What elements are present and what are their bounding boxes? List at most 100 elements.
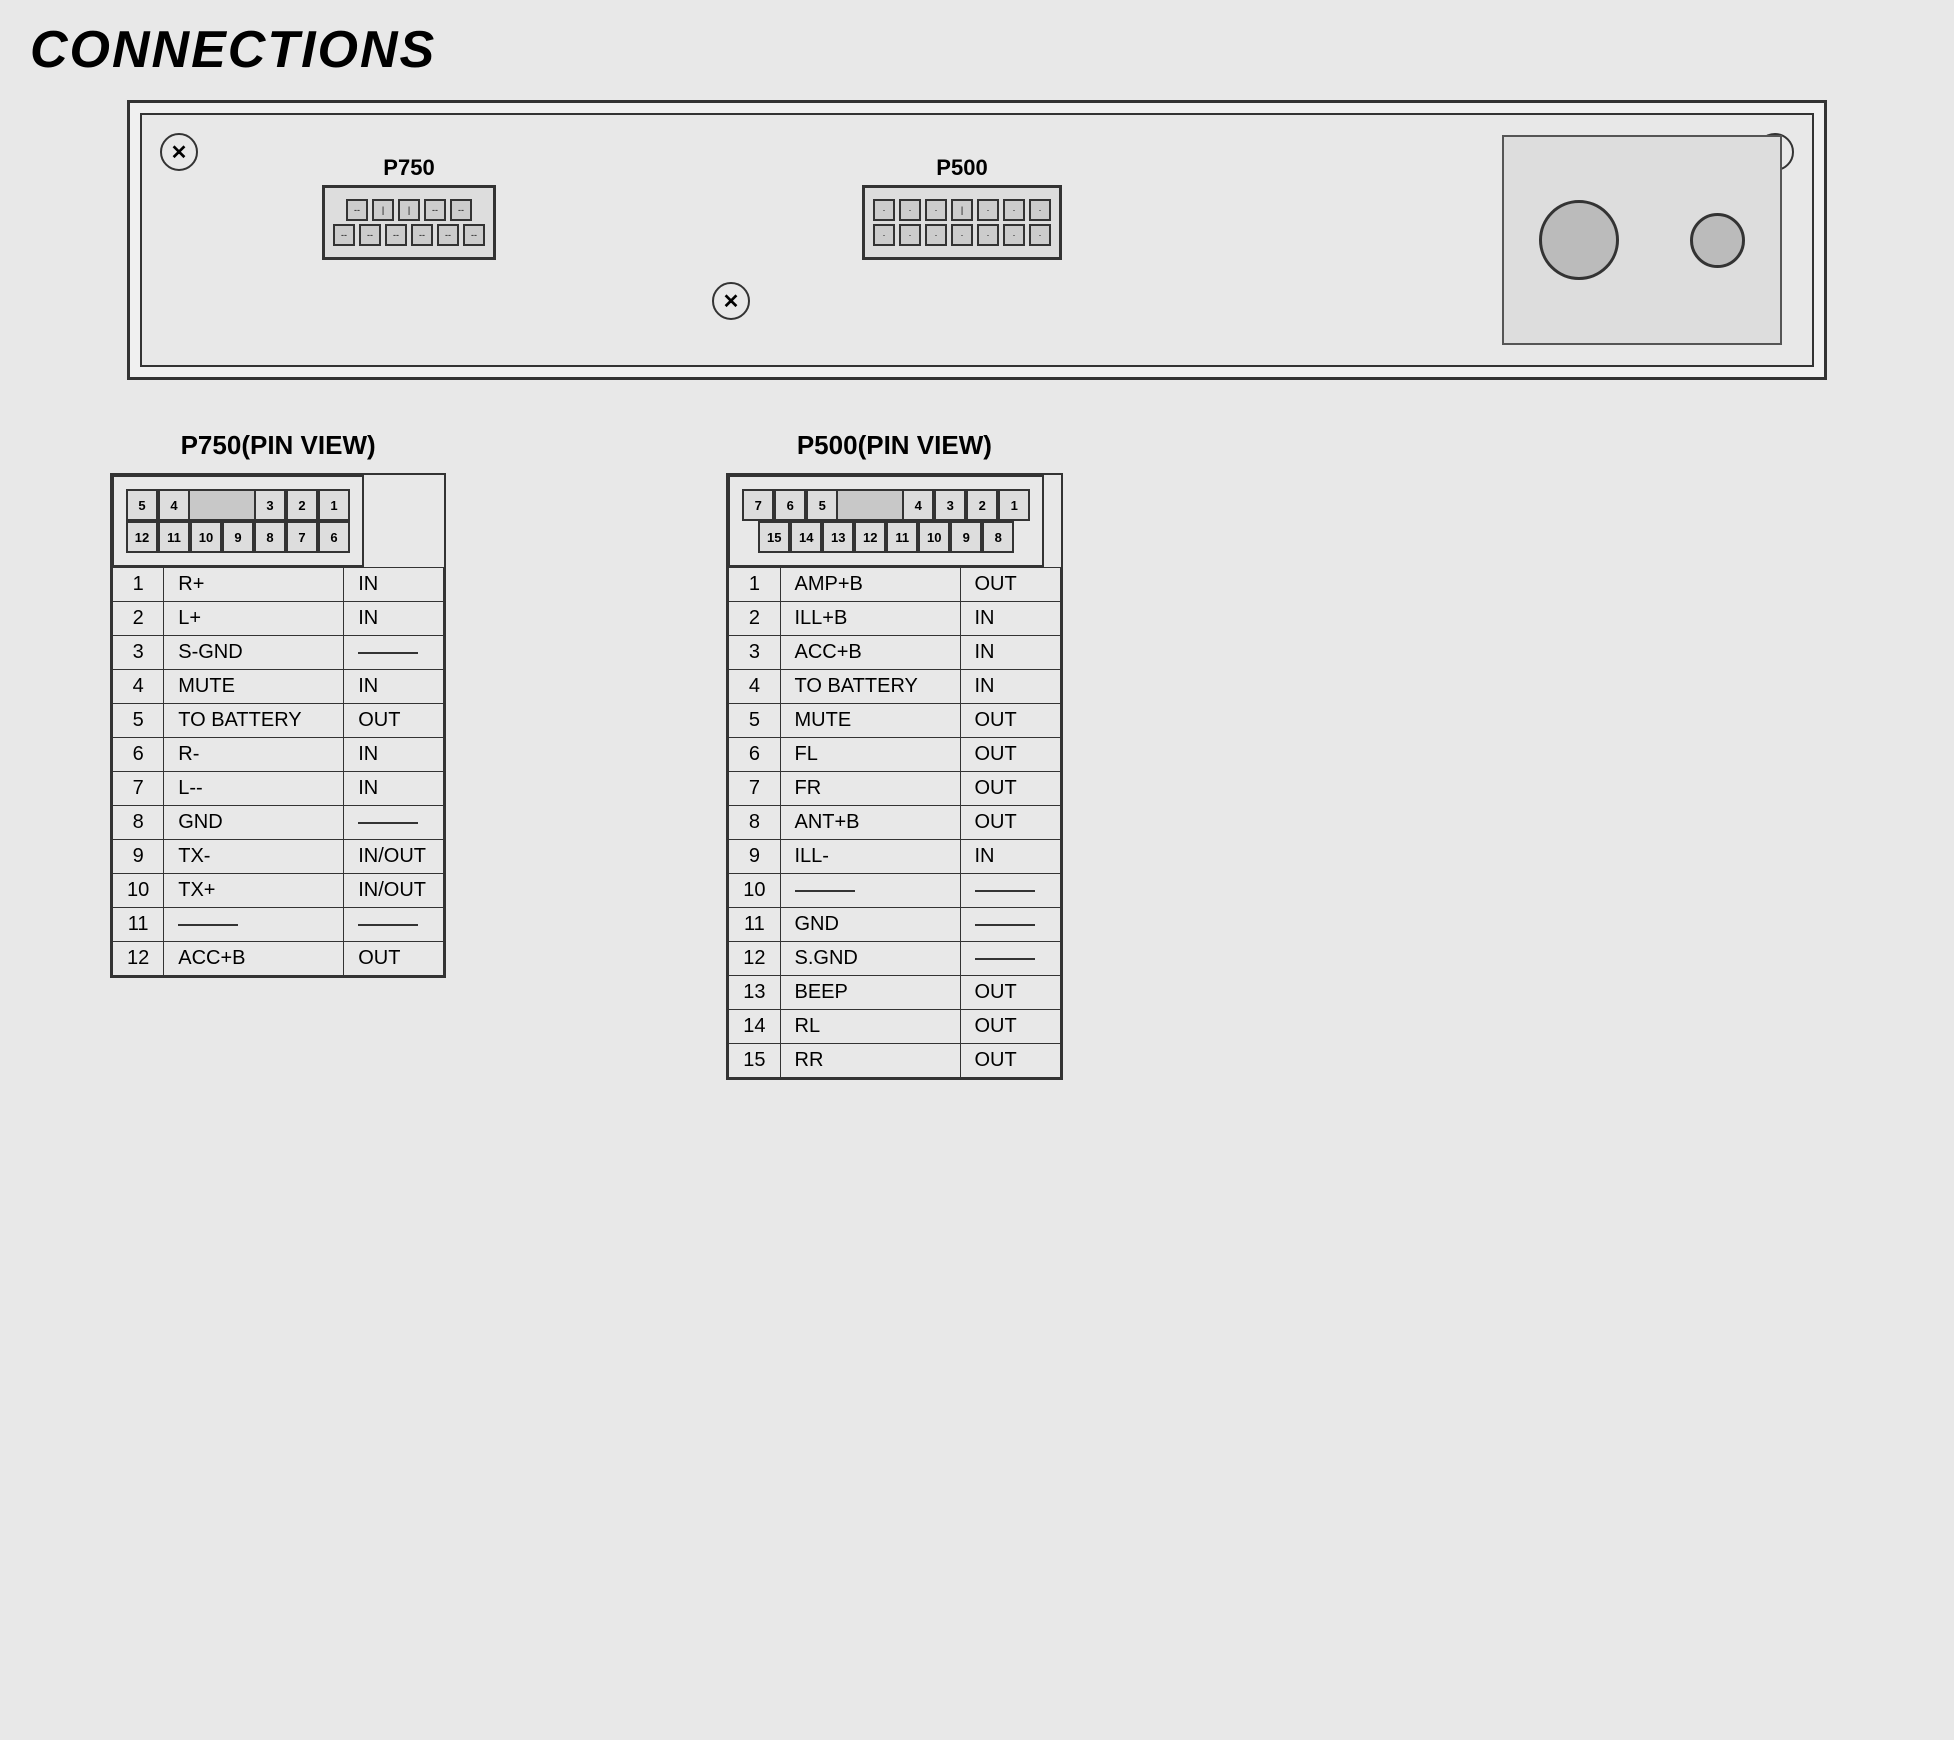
p750-pd-cell: 12 <box>126 521 158 553</box>
pin-dir: OUT <box>960 738 1060 772</box>
pin-name: TO BATTERY <box>164 704 344 738</box>
p500-pd-cell: 5 <box>806 489 838 521</box>
pin-number: 1 <box>729 568 780 602</box>
table-row: 11 GND <box>729 908 1060 942</box>
p750-pd-cell: 7 <box>286 521 318 553</box>
p500-pin: · <box>977 224 999 246</box>
pin-dir <box>960 908 1060 942</box>
table-row: 2 L+ IN <box>113 602 444 636</box>
p750-pin: | <box>398 199 420 221</box>
pin-dir: IN <box>344 602 444 636</box>
p500-pin: | <box>951 199 973 221</box>
pin-dir: IN <box>960 670 1060 704</box>
pin-name: L-- <box>164 772 344 806</box>
p750-pin: -- <box>437 224 459 246</box>
table-row: 3 S-GND <box>113 636 444 670</box>
pin-number: 7 <box>113 772 164 806</box>
pin-number: 5 <box>113 704 164 738</box>
device-inner: ✕ ✕ ✕ ✕ P750 -- | | -- -- -- -- -- -- <box>140 113 1814 367</box>
p750-pin: -- <box>450 199 472 221</box>
p750-pin-diagram: 5 4 3 2 1 12 11 10 9 8 7 6 <box>112 475 364 567</box>
pin-number: 2 <box>729 602 780 636</box>
p500-pin: · <box>1029 224 1051 246</box>
p750-pd-cell: 9 <box>222 521 254 553</box>
pin-number: 6 <box>729 738 780 772</box>
p750-pd-cell: 3 <box>254 489 286 521</box>
p750-pin: -- <box>359 224 381 246</box>
pin-number: 4 <box>113 670 164 704</box>
pin-views-container: P750(PIN VIEW) 5 4 3 2 1 12 11 10 9 8 7 <box>30 430 1924 1080</box>
table-row: 15 RR OUT <box>729 1044 1060 1078</box>
table-row: 9 TX- IN/OUT <box>113 840 444 874</box>
p500-pd-cell: 12 <box>854 521 886 553</box>
p750-pins-row2: -- -- -- -- -- -- <box>333 224 485 246</box>
p500-pin-view-title: P500(PIN VIEW) <box>726 430 1062 461</box>
p750-pd-cell: 10 <box>190 521 222 553</box>
pin-name: ANT+B <box>780 806 960 840</box>
pin-number: 12 <box>113 942 164 976</box>
pin-dir: IN <box>344 772 444 806</box>
table-row: 1 AMP+B OUT <box>729 568 1060 602</box>
connector-p500: P500 · · · | · · · · · · · · · <box>862 155 1062 260</box>
p750-pin: -- <box>333 224 355 246</box>
p750-connection-table: 1 R+ IN 2 L+ IN 3 S-GND 4 MUTE IN 5 TO B… <box>112 567 444 976</box>
p750-pin-section: P750(PIN VIEW) 5 4 3 2 1 12 11 10 9 8 7 <box>110 430 446 1080</box>
pin-name: L+ <box>164 602 344 636</box>
p750-pin: -- <box>346 199 368 221</box>
p750-connector-box: -- | | -- -- -- -- -- -- -- -- <box>322 185 496 260</box>
pin-dir: IN <box>344 738 444 772</box>
table-row: 9 ILL- IN <box>729 840 1060 874</box>
p500-pd-cell: 14 <box>790 521 822 553</box>
table-row: 4 TO BATTERY IN <box>729 670 1060 704</box>
table-row: 4 MUTE IN <box>113 670 444 704</box>
p750-pd-cell: 4 <box>158 489 190 521</box>
x-mark-top-left: ✕ <box>160 133 198 171</box>
table-row: 2 ILL+B IN <box>729 602 1060 636</box>
pin-number: 7 <box>729 772 780 806</box>
pin-dir: IN <box>960 840 1060 874</box>
p500-pins-row2: · · · · · · · <box>873 224 1051 246</box>
pin-number: 9 <box>729 840 780 874</box>
p500-pd-cell: 11 <box>886 521 918 553</box>
p750-pd-cell: 2 <box>286 489 318 521</box>
p750-pin: -- <box>385 224 407 246</box>
pin-name: BEEP <box>780 976 960 1010</box>
p750-top-row: 5 4 3 2 1 <box>126 489 350 521</box>
p500-pin: · <box>873 199 895 221</box>
pin-dir: OUT <box>960 976 1060 1010</box>
table-row: 6 FL OUT <box>729 738 1060 772</box>
device-diagram: ✕ ✕ ✕ ✕ P750 -- | | -- -- -- -- -- -- <box>127 100 1827 380</box>
pin-dir: IN <box>344 670 444 704</box>
p500-pins-row1: · · · | · · · <box>873 199 1051 221</box>
p500-pin: · <box>925 199 947 221</box>
p500-pin: · <box>899 224 921 246</box>
table-row: 5 TO BATTERY OUT <box>113 704 444 738</box>
pin-number: 13 <box>729 976 780 1010</box>
p500-pin: · <box>977 199 999 221</box>
p750-bottom-row: 12 11 10 9 8 7 6 <box>126 521 350 553</box>
p500-pin: · <box>899 199 921 221</box>
pin-number: 11 <box>729 908 780 942</box>
p500-connection-table: 1 AMP+B OUT 2 ILL+B IN 3 ACC+B IN 4 TO B… <box>728 567 1060 1078</box>
pin-number: 1 <box>113 568 164 602</box>
pin-dir <box>344 908 444 942</box>
p500-pd-cell: 10 <box>918 521 950 553</box>
circle-component-1 <box>1539 200 1619 280</box>
table-row: 7 L-- IN <box>113 772 444 806</box>
table-row: 6 R- IN <box>113 738 444 772</box>
pin-name: ACC+B <box>164 942 344 976</box>
pin-dir: OUT <box>960 568 1060 602</box>
p750-pin: | <box>372 199 394 221</box>
pin-name: FL <box>780 738 960 772</box>
table-row: 12 ACC+B OUT <box>113 942 444 976</box>
pin-dir <box>960 874 1060 908</box>
pin-dir: IN <box>960 602 1060 636</box>
p750-pd-gap <box>190 489 254 521</box>
table-row: 11 <box>113 908 444 942</box>
pin-name: ILL- <box>780 840 960 874</box>
p500-pd-cell: 8 <box>982 521 1014 553</box>
p500-pin-outer-wrap: 7 6 5 4 3 2 1 15 14 13 12 11 10 9 <box>726 473 1062 1080</box>
pin-dir: OUT <box>344 704 444 738</box>
pin-name: MUTE <box>164 670 344 704</box>
pin-name: ACC+B <box>780 636 960 670</box>
